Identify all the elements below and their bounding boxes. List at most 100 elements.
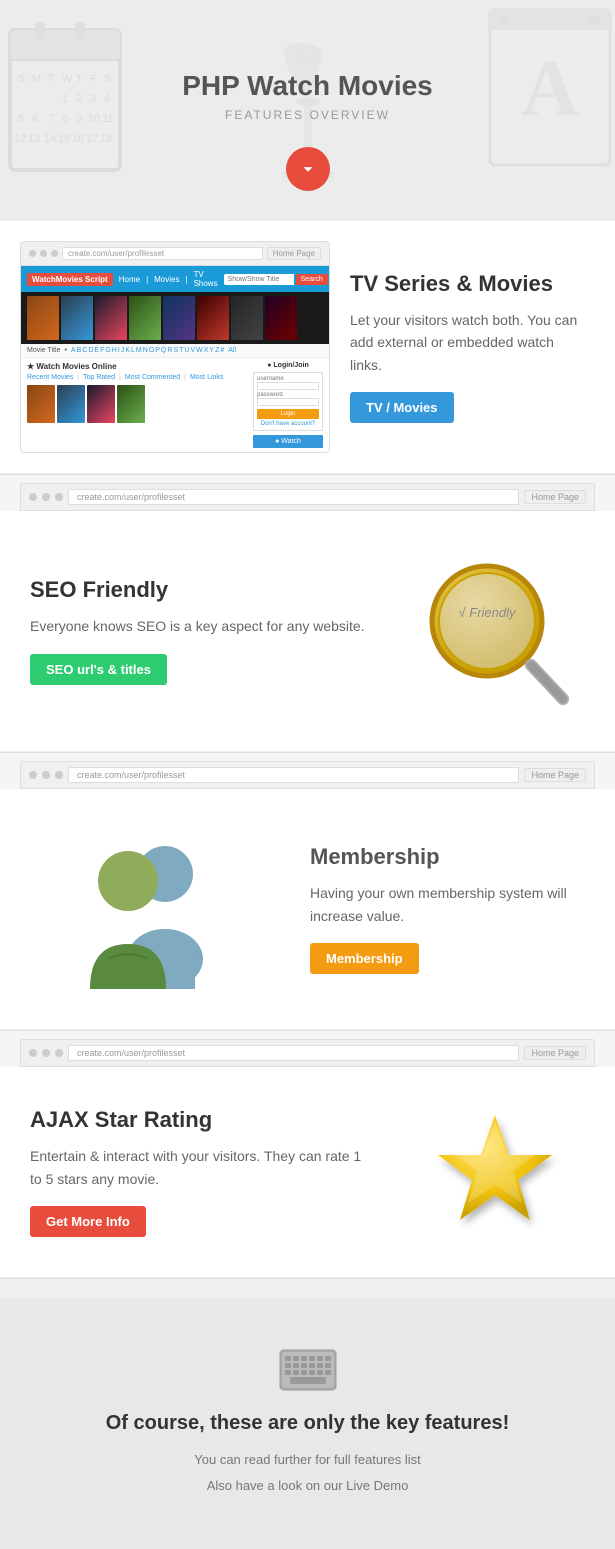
alpha-y[interactable]: Y [209, 347, 214, 354]
svg-text:√ Friendly: √ Friendly [459, 605, 517, 620]
alpha-l[interactable]: L [131, 347, 135, 354]
tv-movies-screenshot: create.com/user/profilesset Home Page Wa… [20, 241, 330, 453]
hero-title: PHP Watch Movies [20, 70, 595, 102]
alpha-u[interactable]: U [184, 347, 189, 354]
alpha-d[interactable]: D [88, 347, 93, 354]
tv-movies-section: create.com/user/profilesset Home Page Wa… [0, 221, 615, 474]
alpha-t[interactable]: T [179, 347, 183, 354]
alpha-g[interactable]: G [105, 347, 110, 354]
nav-movies-link: Movies [154, 275, 179, 284]
ajax-text: AJAX Star Rating Entertain & interact wi… [20, 1097, 375, 1247]
tv-movies-desc: Let your visitors watch both. You can ad… [350, 309, 585, 376]
alpha-r[interactable]: R [167, 347, 172, 354]
alpha-f[interactable]: F [100, 347, 104, 354]
movie-list-section: ★ Watch Movies Online Recent Movies | To… [27, 362, 249, 448]
movie-thumbnails-list [27, 385, 249, 423]
alpha-z[interactable]: Z [215, 347, 219, 354]
chevron-down-icon [297, 158, 319, 180]
list-thumb-3 [87, 385, 115, 423]
tab-most[interactable]: Most Commented [125, 374, 180, 381]
movie-search-input[interactable] [224, 274, 294, 285]
tv-movies-button[interactable]: TV / Movies [350, 392, 454, 423]
b3-dot2 [42, 1049, 50, 1057]
alpha-x[interactable]: X [204, 347, 209, 354]
hero-section: SMTWTFS 1234 567891011 12131415161718 A [0, 0, 615, 221]
alpha-n[interactable]: N [143, 347, 148, 354]
seo-title: SEO Friendly [30, 577, 365, 603]
alpha-s[interactable]: S [173, 347, 178, 354]
b2-nav: Home Page [524, 768, 586, 782]
username-input[interactable] [257, 382, 319, 390]
search-button[interactable]: Search [296, 274, 328, 285]
login-label: ● Login/Join [253, 362, 323, 369]
nav-tv: TV Shows [194, 270, 218, 288]
nav-sep2: | [185, 275, 187, 284]
membership-text: Membership Having your own membership sy… [300, 834, 595, 984]
star-icon [430, 1107, 560, 1237]
browser-bar-1: create.com/user/profilesset Home Page [20, 483, 595, 511]
login-button[interactable]: Login [257, 409, 319, 419]
alpha-v[interactable]: V [190, 347, 195, 354]
alpha-m[interactable]: M [136, 347, 142, 354]
alpha-q[interactable]: Q [161, 347, 166, 354]
alpha-c[interactable]: C [82, 347, 87, 354]
bottom-divider [0, 1278, 615, 1298]
ajax-desc: Entertain & interact with your visitors.… [30, 1145, 365, 1190]
thumb-4 [129, 296, 161, 340]
bottom-line1: You can read further for full features l… [20, 1447, 595, 1473]
star-image [395, 1087, 595, 1257]
membership-button[interactable]: Membership [310, 943, 419, 974]
b2-dot2 [42, 771, 50, 779]
search-box: Search [224, 274, 328, 285]
alpha-b[interactable]: B [77, 347, 82, 354]
scroll-down-button[interactable] [286, 147, 330, 191]
dot3 [51, 250, 58, 257]
list-thumb-1 [27, 385, 55, 423]
watch-online-label: ★ Watch Movies Online [27, 362, 249, 371]
list-thumb-4 [117, 385, 145, 423]
thumb-6 [197, 296, 229, 340]
thumb-3 [95, 296, 127, 340]
ajax-button[interactable]: Get More Info [30, 1206, 146, 1237]
movie-logo: WatchMovies Script [27, 273, 113, 286]
filter-label: Movie Title [27, 347, 60, 354]
divider-3: create.com/user/profilesset Home Page [0, 1030, 615, 1067]
seo-button[interactable]: SEO url's & titles [30, 654, 167, 685]
users-icon [50, 829, 250, 989]
filter-all[interactable]: All [228, 347, 236, 354]
seo-image: √ Friendly [395, 531, 595, 731]
b2-url: create.com/user/profilesset [68, 767, 519, 783]
list-tabs: Recent Movies | Top Rated | Most Comment… [27, 374, 249, 381]
divider-2: create.com/user/profilesset Home Page [0, 752, 615, 789]
magnify-icon: √ Friendly [415, 551, 575, 711]
tab-sep2: | [119, 374, 121, 381]
tab-links[interactable]: Most Links [190, 374, 223, 381]
seo-section: SEO Friendly Everyone knows SEO is a key… [0, 511, 615, 752]
watch-button[interactable]: ● Watch [253, 435, 323, 448]
tab-top[interactable]: Top Rated [83, 374, 115, 381]
alpha-j[interactable]: J [121, 347, 125, 354]
movie-thumbs-row [21, 292, 329, 344]
browser-bar-2: create.com/user/profilesset Home Page [20, 761, 595, 789]
browser-bar-3: create.com/user/profilesset Home Page [20, 1039, 595, 1067]
alpha-a[interactable]: A [71, 347, 76, 354]
b-dot1 [29, 493, 37, 501]
alpha-w[interactable]: W [196, 347, 203, 354]
alpha-e[interactable]: E [94, 347, 99, 354]
filter-hash[interactable]: # [220, 347, 224, 354]
ajax-title: AJAX Star Rating [30, 1107, 365, 1133]
b2-dot1 [29, 771, 37, 779]
bottom-line2: Also have a look on our Live Demo [20, 1473, 595, 1499]
alpha-o[interactable]: O [149, 347, 154, 354]
alpha-k[interactable]: K [125, 347, 130, 354]
password-input[interactable] [257, 398, 319, 406]
tab-recent[interactable]: Recent Movies [27, 374, 73, 381]
b3-dot3 [55, 1049, 63, 1057]
alpha-i[interactable]: I [118, 347, 120, 354]
ajax-rating-section: AJAX Star Rating Entertain & interact wi… [0, 1067, 615, 1278]
b3-dot1 [29, 1049, 37, 1057]
register-link[interactable]: Don't have account? [257, 421, 319, 427]
alpha-p[interactable]: P [155, 347, 160, 354]
alpha-h[interactable]: H [112, 347, 117, 354]
divider-1: create.com/user/profilesset Home Page [0, 474, 615, 511]
